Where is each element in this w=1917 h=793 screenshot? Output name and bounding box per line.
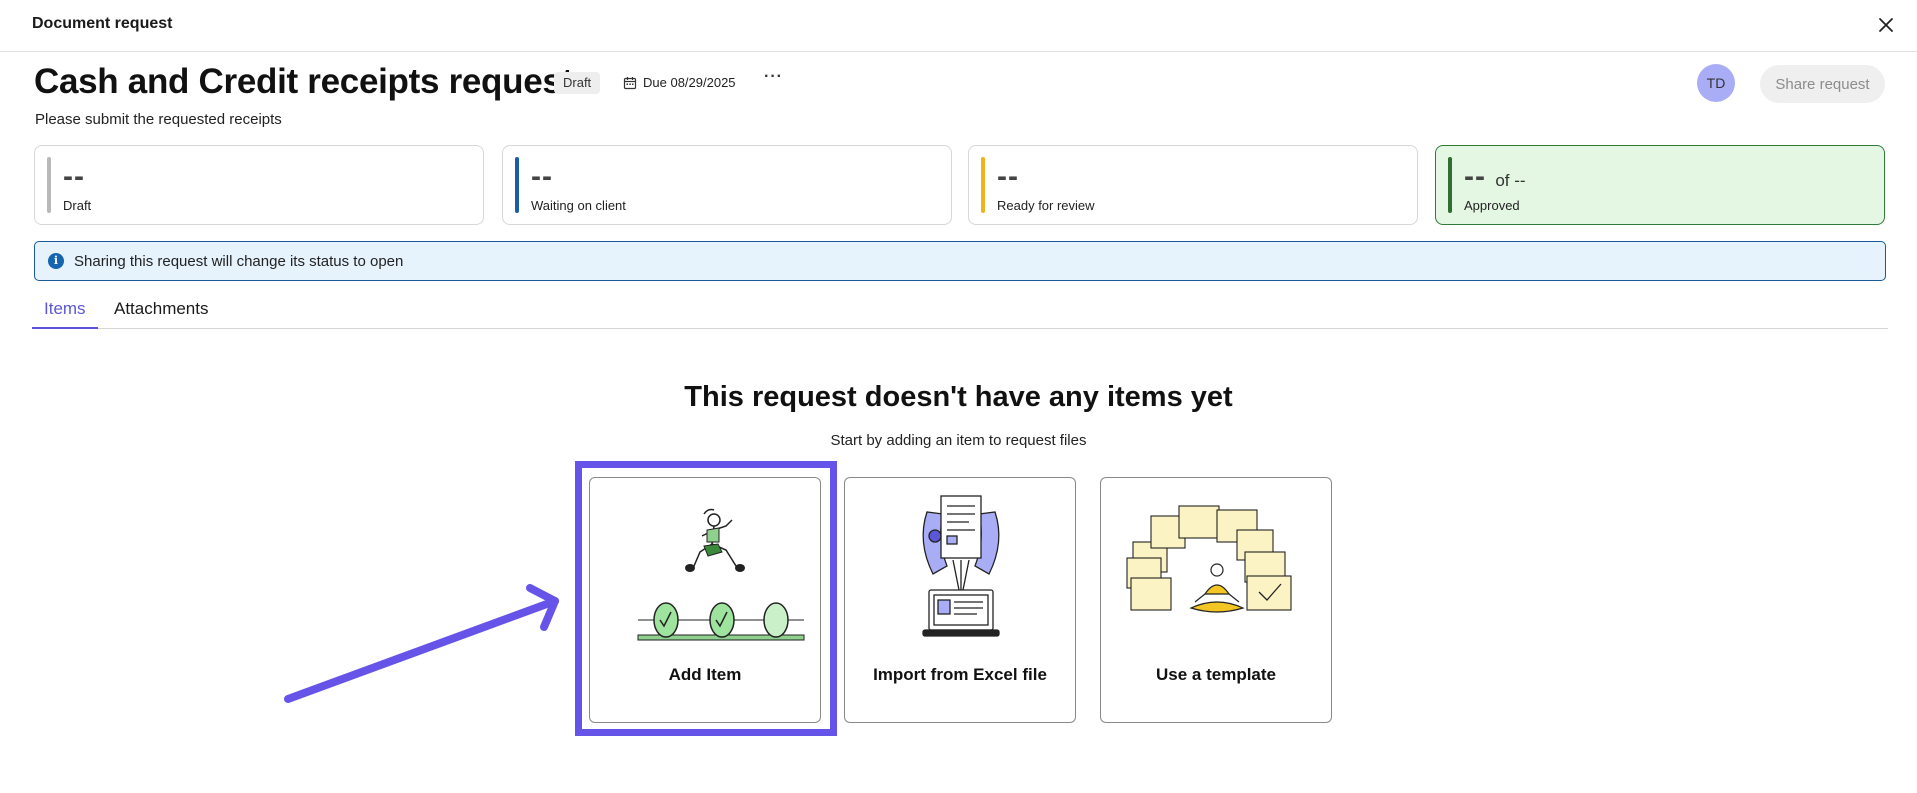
- empty-state-subtitle: Start by adding an item to request files: [830, 432, 1087, 449]
- add-item-card[interactable]: Add Item: [589, 477, 821, 723]
- page-title: Cash and Credit receipts request: [34, 62, 573, 101]
- status-badge: Draft: [554, 72, 601, 94]
- use-template-label: Use a template: [1156, 665, 1276, 684]
- page-subtitle: Please submit the requested receipts: [35, 111, 282, 128]
- stat-value: --: [997, 160, 1019, 193]
- status-color-bar: [1448, 157, 1452, 213]
- stat-label: Approved: [1464, 198, 1520, 213]
- add-item-label: Add Item: [668, 665, 742, 684]
- stat-value: --: [63, 160, 85, 193]
- status-color-bar: [47, 157, 51, 213]
- runner-hurdles-illustration: [637, 508, 805, 641]
- stat-card-ready-for-review: -- Ready for review: [968, 145, 1418, 225]
- status-color-bar: [981, 157, 985, 213]
- active-tab-indicator: [32, 327, 98, 329]
- stat-card-draft: -- Draft: [34, 145, 484, 225]
- more-options-button[interactable]: ···: [764, 68, 783, 86]
- stat-card-waiting-on-client: -- Waiting on client: [502, 145, 952, 225]
- laptop-documents-illustration: [922, 495, 1000, 637]
- stat-of-total: of --: [1495, 171, 1526, 190]
- due-date[interactable]: Due 08/29/2025: [623, 72, 736, 94]
- stat-card-approved: -- of -- Approved: [1435, 145, 1885, 225]
- window-titlebar: Document request: [0, 0, 1917, 52]
- stat-label: Waiting on client: [531, 198, 626, 213]
- use-template-card[interactable]: Use a template: [1100, 477, 1332, 723]
- close-icon[interactable]: [1873, 12, 1899, 38]
- stat-label: Draft: [63, 198, 92, 213]
- stat-label: Ready for review: [997, 198, 1095, 213]
- tab-bar: Items Attachments: [32, 292, 1888, 329]
- stat-value: -- of --: [1464, 160, 1526, 194]
- stat-value: --: [531, 160, 553, 193]
- tab-attachments[interactable]: Attachments: [114, 299, 209, 319]
- info-banner: i Sharing this request will change its s…: [34, 241, 1886, 281]
- import-excel-card[interactable]: Import from Excel file: [844, 477, 1076, 723]
- due-date-label: Due 08/29/2025: [643, 75, 736, 90]
- tab-items[interactable]: Items: [44, 299, 86, 319]
- status-color-bar: [515, 157, 519, 213]
- info-banner-text: Sharing this request will change its sta…: [74, 252, 404, 270]
- share-request-button[interactable]: Share request: [1760, 65, 1885, 103]
- stat-value-number: --: [1464, 160, 1486, 193]
- avatar[interactable]: TD: [1697, 64, 1735, 102]
- meditating-person-templates-illustration: [1126, 505, 1292, 613]
- info-icon: i: [48, 253, 64, 269]
- calendar-icon: [623, 77, 637, 90]
- import-excel-label: Import from Excel file: [873, 665, 1047, 684]
- window-title: Document request: [32, 15, 173, 32]
- empty-state-title: This request doesn't have any items yet: [684, 381, 1233, 413]
